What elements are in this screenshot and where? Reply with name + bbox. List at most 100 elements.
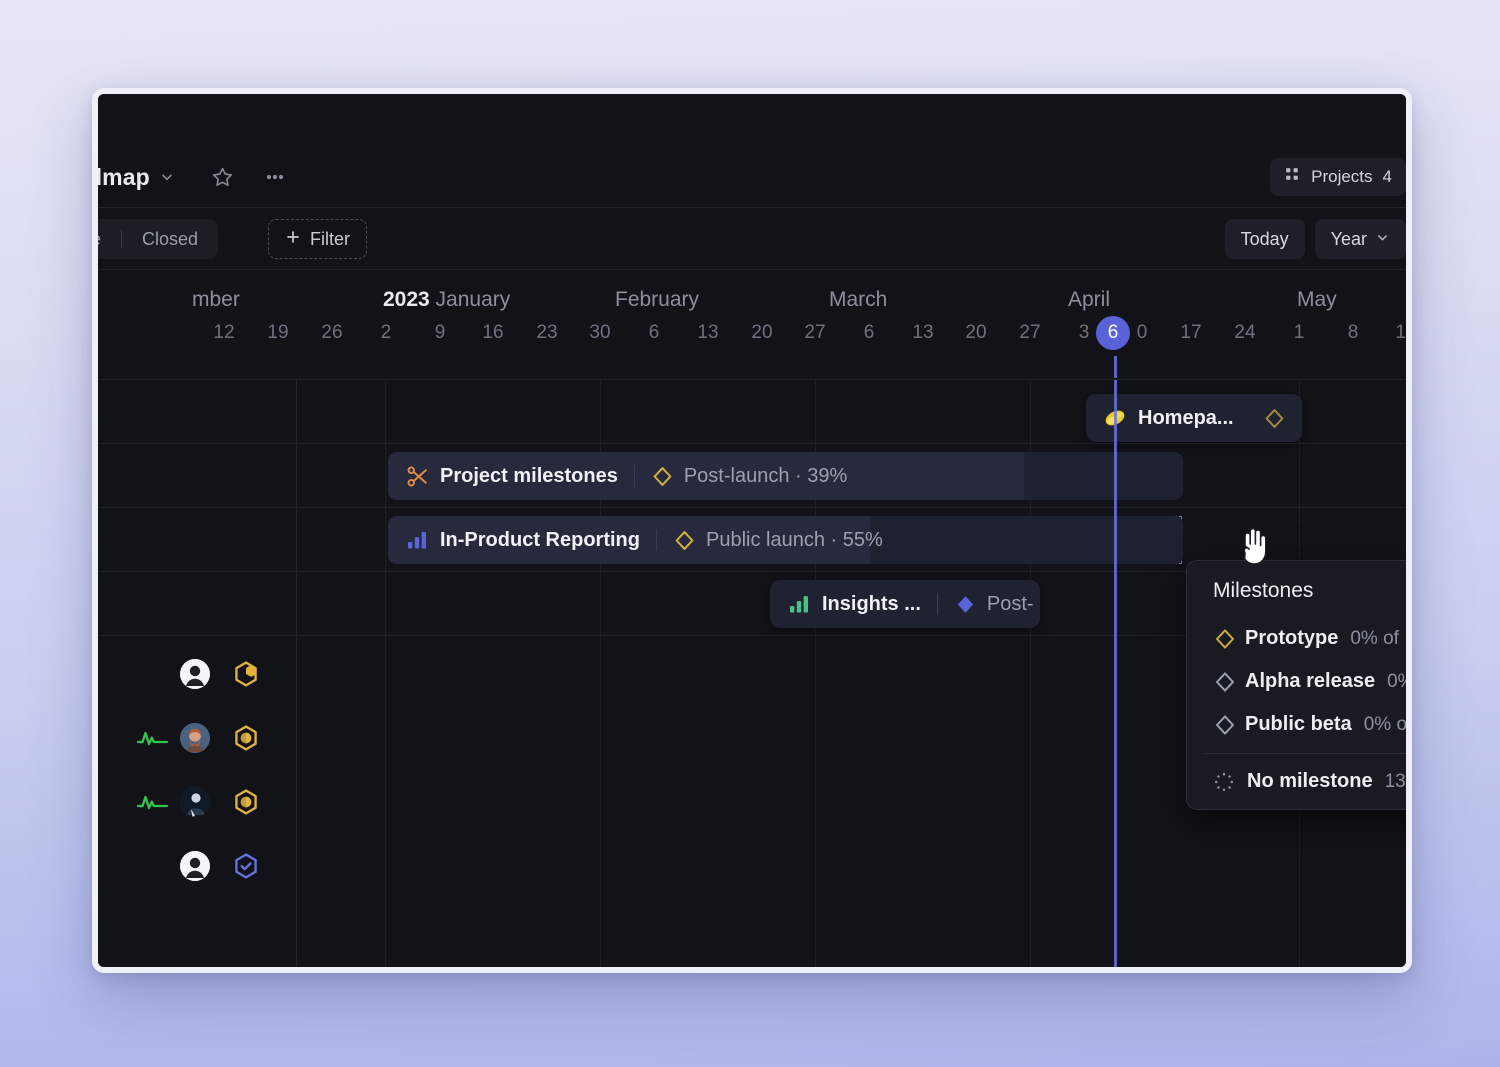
range-select[interactable]: Year [1314, 219, 1406, 259]
today-button[interactable]: Today [1224, 219, 1305, 259]
bar-project-milestones[interactable]: Project milestones Post-launch · 39% [388, 452, 1183, 500]
popover-divider [1205, 753, 1406, 754]
date-tick[interactable]: 2 [381, 322, 392, 344]
chevron-down-icon[interactable] [150, 160, 184, 194]
header-bar: dmap Projects 4 [98, 146, 1406, 208]
date-tick[interactable]: 13 [697, 322, 718, 344]
milestone-item-no-milestone[interactable]: No milestone 13% of 8 [1187, 760, 1406, 803]
date-tick[interactable]: 13 [912, 322, 933, 344]
projects-label: Projects [1311, 167, 1373, 186]
header-actions: Projects 4 [1270, 146, 1406, 208]
tab-active[interactable]: ve [98, 219, 121, 259]
month-label: April [1068, 288, 1111, 311]
milestone-item-alpha-release[interactable]: Alpha release 0% of 0 21 [1187, 660, 1406, 703]
status-check-hexagon-icon[interactable] [232, 852, 260, 880]
date-tick[interactable]: 8 [1348, 322, 1359, 344]
date-tick-row: 1219262916233061320276132027301724181522… [98, 316, 1406, 368]
date-tick[interactable]: 20 [751, 322, 772, 344]
bar-milestone-label: Public launch · 55% [705, 528, 883, 551]
bar-milestone-label: Post- [986, 592, 1034, 615]
date-tick[interactable]: 27 [804, 322, 825, 344]
date-tick[interactable]: 3 [1079, 322, 1090, 344]
bar-chart-icon [404, 528, 430, 552]
milestone-name: No milestone [1247, 770, 1373, 792]
milestone-progress: 13% of [1384, 770, 1406, 792]
bar-homepage[interactable]: Homepa... [1086, 394, 1302, 442]
bar-title: Homepa... [1138, 406, 1234, 429]
date-tick[interactable]: 26 [321, 322, 342, 344]
today-date-marker[interactable]: 6 [1096, 316, 1130, 350]
milestone-item-public-beta[interactable]: Public beta 0% of 0 28 Ap [1187, 703, 1406, 746]
milestones-popover: Milestones Prototype 0% of 0 12 Apr Alph… [1186, 560, 1406, 810]
date-tick[interactable]: 24 [1234, 322, 1255, 344]
tab-closed[interactable]: Closed [122, 219, 218, 259]
month-label: mber [192, 288, 240, 311]
toolbar: ve Closed Filter Today Year [98, 208, 1406, 270]
toolbar-actions: Today Year [1224, 219, 1406, 259]
date-tick[interactable]: 30 [589, 322, 610, 344]
date-tick[interactable]: 1 [1294, 322, 1305, 344]
milestone-scope: 0 [1405, 628, 1406, 650]
chevron-down-icon [1375, 229, 1390, 250]
breadcrumb[interactable]: dmap [98, 146, 292, 208]
bar-insights[interactable]: Insights ... Post- [770, 580, 1040, 628]
date-tick[interactable]: 16 [482, 322, 503, 344]
milestone-name: Alpha release [1245, 670, 1376, 692]
bar-divider [936, 593, 938, 615]
bar-in-product-reporting[interactable]: In-Product Reporting Public launch · 55% [388, 516, 1183, 564]
bar-chart-icon [786, 592, 812, 616]
milestone-name: Public beta [1245, 713, 1352, 735]
grid-icon [1284, 166, 1301, 188]
date-tick[interactable]: 12 [213, 322, 234, 344]
projects-count: 4 [1382, 167, 1392, 186]
diamond-outline-icon [673, 529, 696, 552]
bar-divider [655, 529, 657, 551]
star-icon[interactable] [206, 160, 240, 194]
month-label: May [1297, 288, 1337, 311]
avatar[interactable] [180, 850, 210, 881]
milestone-progress: 0% of [1350, 627, 1399, 649]
date-tick[interactable]: 0 [1137, 322, 1148, 344]
page-title: dmap [98, 163, 150, 190]
date-tick[interactable]: 17 [1180, 322, 1201, 344]
month-label: February [615, 288, 700, 311]
more-horizontal-icon[interactable] [258, 160, 292, 194]
row-meta-insights [98, 572, 296, 967]
date-tick[interactable]: 9 [435, 322, 446, 344]
milestone-name: Prototype [1245, 627, 1339, 649]
milestone-item-prototype[interactable]: Prototype 0% of 0 12 Apr [1187, 617, 1406, 660]
date-tick[interactable]: 23 [536, 322, 557, 344]
bar-title: Project milestones [440, 464, 618, 487]
bar-milestone-label: Post-launch · 39% [683, 464, 848, 487]
month-label: March [829, 288, 888, 311]
month-label: 2023 January [383, 288, 511, 311]
bar-divider [633, 465, 635, 487]
today-label: Today [1240, 228, 1289, 249]
diamond-outline-icon [1213, 713, 1237, 737]
diamond-outline-icon [1213, 670, 1237, 694]
date-tick[interactable]: 6 [649, 322, 660, 344]
milestone-progress: 0% of [1387, 670, 1406, 692]
scissors-icon [404, 464, 430, 489]
projects-button[interactable]: Projects 4 [1270, 158, 1406, 196]
range-label: Year [1330, 228, 1367, 249]
today-line-head [1114, 356, 1117, 378]
diamond-filled-icon [954, 593, 977, 616]
milestone-progress: 0% of [1363, 713, 1406, 735]
filter-label: Filter [310, 228, 350, 249]
date-tick[interactable]: 19 [267, 322, 288, 344]
today-line [1114, 380, 1117, 967]
date-tick[interactable]: 15 [1395, 322, 1406, 344]
window-inner: dmap Projects 4 [98, 94, 1406, 967]
diamond-outline-icon [1263, 407, 1286, 435]
filter-button[interactable]: Filter [268, 219, 367, 259]
month-row: mber 2023 January February March April May [98, 270, 1406, 328]
date-tick[interactable]: 20 [965, 322, 986, 344]
bar-title: Insights ... [822, 592, 921, 615]
date-tick[interactable]: 27 [1019, 322, 1040, 344]
timeline-header: mber 2023 January February March April May 12… [98, 270, 1406, 380]
date-tick[interactable]: 6 [864, 322, 875, 344]
app-window: dmap Projects 4 [92, 88, 1412, 973]
status-segmented-control: ve Closed [98, 219, 219, 259]
bar-title: In-Product Reporting [440, 528, 640, 551]
